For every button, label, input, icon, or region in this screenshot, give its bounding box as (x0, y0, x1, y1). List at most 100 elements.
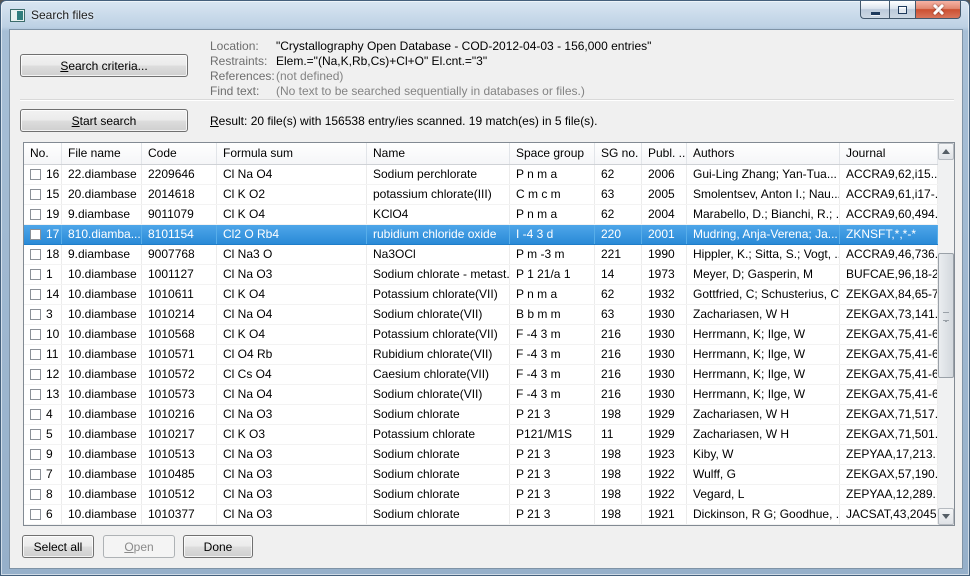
cell-name: rubidium chloride oxide (367, 225, 510, 244)
table-row[interactable]: 1210.diambase1010572Cl Cs O4Caesium chlo… (24, 365, 938, 385)
row-checkbox[interactable] (30, 209, 41, 220)
row-checkbox[interactable] (30, 469, 41, 480)
column-header-name[interactable]: Name (367, 143, 510, 164)
cell-journal: ZEKGAX,84,65-73 (840, 285, 938, 304)
cell-sgno: 198 (595, 485, 642, 504)
row-checkbox[interactable] (30, 349, 41, 360)
column-header-code[interactable]: Code (142, 143, 217, 164)
row-checkbox[interactable] (30, 189, 41, 200)
cell-authors: Herrmann, K; Ilge, W (687, 325, 840, 344)
row-checkbox[interactable] (30, 309, 41, 320)
row-number: 7 (46, 465, 53, 484)
row-number-cell: 6 (24, 505, 62, 524)
column-header-no[interactable]: No. (24, 143, 62, 164)
cell-sg: P 1 21/a 1 (510, 265, 595, 284)
table-row[interactable]: 310.diambase1010214Cl Na O4Sodium chlora… (24, 305, 938, 325)
row-checkbox[interactable] (30, 489, 41, 500)
column-header-formula-sum[interactable]: Formula sum (217, 143, 367, 164)
scroll-down-button[interactable] (938, 508, 954, 525)
cell-sg: P 21 3 (510, 445, 595, 464)
search-criteria-button[interactable]: Search criteria... (20, 54, 188, 77)
cell-publ: 1922 (642, 465, 687, 484)
cell-authors: Hippler, K.; Sitta, S.; Vogt, ... (687, 245, 840, 264)
row-checkbox[interactable] (30, 289, 41, 300)
row-checkbox[interactable] (30, 509, 41, 520)
table-row[interactable]: 610.diambase1010377Cl Na O3Sodium chlora… (24, 505, 938, 525)
open-button[interactable]: Open (103, 535, 175, 558)
row-checkbox[interactable] (30, 229, 41, 240)
cell-code: 8101154 (142, 225, 217, 244)
table-row[interactable]: 910.diambase1010513Cl Na O3Sodium chlora… (24, 445, 938, 465)
vertical-scrollbar[interactable] (938, 143, 954, 525)
row-checkbox[interactable] (30, 449, 41, 460)
row-checkbox[interactable] (30, 409, 41, 420)
table-row[interactable]: 1310.diambase1010573Cl Na O4Sodium chlor… (24, 385, 938, 405)
restraints-label: Restraints: (210, 54, 276, 69)
maximize-icon (898, 6, 907, 14)
column-header-journal[interactable]: Journal (840, 143, 938, 164)
table-row[interactable]: 189.diambase9007768Cl Na3 ONa3OClP m -3 … (24, 245, 938, 265)
cell-publ: 1930 (642, 365, 687, 384)
cell-code: 1001127 (142, 265, 217, 284)
minimize-button[interactable] (860, 0, 889, 19)
cell-publ: 1932 (642, 285, 687, 304)
row-checkbox[interactable] (30, 169, 41, 180)
references-label: References: (210, 69, 276, 84)
cell-authors: Zachariasen, W H (687, 405, 840, 424)
column-header-sg-no[interactable]: SG no. (595, 143, 642, 164)
close-button[interactable] (916, 0, 961, 19)
table-row[interactable]: 510.diambase1010217Cl K O3Potassium chlo… (24, 425, 938, 445)
table-row[interactable]: 1410.diambase1010611Cl K O4Potassium chl… (24, 285, 938, 305)
cell-name: Sodium chlorate(VII) (367, 305, 510, 324)
column-header-file-name[interactable]: File name (62, 143, 142, 164)
row-number: 13 (46, 385, 59, 404)
maximize-button[interactable] (889, 0, 916, 19)
column-header-publ[interactable]: Publ. ... (642, 143, 687, 164)
start-search-button[interactable]: Start search (20, 109, 188, 132)
column-header-space-group[interactable]: Space group (510, 143, 595, 164)
row-checkbox[interactable] (30, 269, 41, 280)
cell-journal: ZEKGAX,71,501... (840, 425, 938, 444)
cell-file: 10.diambase (62, 305, 142, 324)
cell-name: KClO4 (367, 205, 510, 224)
row-checkbox[interactable] (30, 249, 41, 260)
row-checkbox[interactable] (30, 369, 41, 380)
table-row[interactable]: 1010.diambase1010568Cl K O4Potassium chl… (24, 325, 938, 345)
row-checkbox[interactable] (30, 389, 41, 400)
row-number-cell: 7 (24, 465, 62, 484)
cell-sg: P m -3 m (510, 245, 595, 264)
table-row[interactable]: 199.diambase9011079Cl K O4KClO4P n m a62… (24, 205, 938, 225)
cell-sgno: 62 (595, 205, 642, 224)
table-row[interactable]: 1110.diambase1010571Cl O4 RbRubidium chl… (24, 345, 938, 365)
cell-formula: Cl Na O3 (217, 465, 367, 484)
restraints-value: Elem.="(Na,K,Rb,Cs)+Cl+O" El.cnt.="3" (276, 54, 487, 69)
row-checkbox[interactable] (30, 329, 41, 340)
table-row[interactable]: 710.diambase1010485Cl Na O3Sodium chlora… (24, 465, 938, 485)
row-checkbox[interactable] (30, 429, 41, 440)
cell-file: 22.diambase (62, 165, 142, 184)
cell-name: Sodium chlorate - metast... (367, 265, 510, 284)
row-number: 10 (46, 325, 59, 344)
cell-sgno: 216 (595, 365, 642, 384)
column-header-authors[interactable]: Authors (687, 143, 840, 164)
done-button[interactable]: Done (183, 535, 253, 558)
cell-sgno: 63 (595, 185, 642, 204)
table-row[interactable]: 17810.diamba...8101154Cl2 O Rb4rubidium … (24, 225, 938, 245)
cell-formula: Cl Na O3 (217, 265, 367, 284)
table-row[interactable]: 1520.diambase2014618Cl K O2potassium chl… (24, 185, 938, 205)
select-all-button[interactable]: Select all (22, 535, 94, 558)
row-number-cell: 13 (24, 385, 62, 404)
table-row[interactable]: 1622.diambase2209646Cl Na O4Sodium perch… (24, 165, 938, 185)
arrow-down-icon (942, 514, 950, 519)
cell-sgno: 63 (595, 305, 642, 324)
table-row[interactable]: 110.diambase1001127Cl Na O3Sodium chlora… (24, 265, 938, 285)
cell-authors: Herrmann, K; Ilge, W (687, 385, 840, 404)
cell-formula: Cl2 O Rb4 (217, 225, 367, 244)
scroll-up-button[interactable] (938, 143, 954, 160)
cell-sgno: 14 (595, 265, 642, 284)
cell-journal: ACCRA9,60,494... (840, 205, 938, 224)
table-row[interactable]: 410.diambase1010216Cl Na O3Sodium chlora… (24, 405, 938, 425)
scrollbar-thumb[interactable] (938, 253, 954, 378)
table-row[interactable]: 810.diambase1010512Cl Na O3Sodium chlora… (24, 485, 938, 505)
window-titlebar[interactable]: Search files (1, 1, 969, 29)
